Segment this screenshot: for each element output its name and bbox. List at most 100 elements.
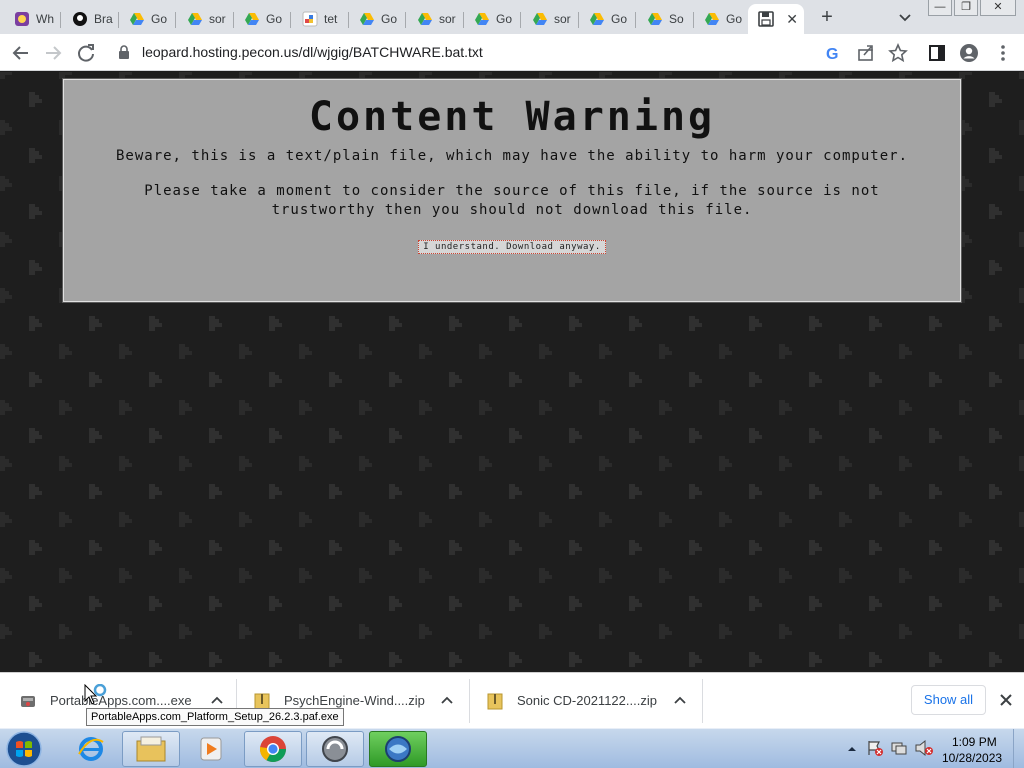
tab-label: Go xyxy=(381,12,398,26)
installer-icon xyxy=(21,695,35,707)
windows-taskbar: 1:09 PM 10/28/2023 xyxy=(0,728,1024,768)
tab-label: Go xyxy=(611,12,628,26)
chevron-up-icon[interactable] xyxy=(440,693,454,707)
tab[interactable]: Bra xyxy=(62,4,119,34)
tab[interactable]: Go xyxy=(349,4,406,34)
tab-label: sor xyxy=(554,12,571,26)
download-tooltip: PortableApps.com_Platform_Setup_26.2.3.p… xyxy=(86,708,344,726)
lock-icon[interactable] xyxy=(118,45,130,59)
show-all-button[interactable]: Show all xyxy=(911,685,986,715)
share-icon[interactable] xyxy=(855,42,877,64)
chevron-up-icon[interactable] xyxy=(673,693,687,707)
google-lens-icon[interactable]: G xyxy=(823,42,845,64)
taskbar-active-app[interactable] xyxy=(369,731,427,767)
show-desktop-button[interactable] xyxy=(1013,729,1024,768)
media-player-icon xyxy=(200,737,222,761)
tab[interactable]: sor xyxy=(177,4,234,34)
tab-label: Go xyxy=(266,12,283,26)
tab-label: Go xyxy=(496,12,513,26)
tab-label: Go xyxy=(151,12,168,26)
address-bar[interactable]: leopard.hosting.pecon.us/dl/wjgig/BATCHW… xyxy=(110,38,920,67)
google-drive-icon xyxy=(533,13,547,25)
tab[interactable]: Go xyxy=(694,4,751,34)
download-filename: PsychEngine-Wind....zip xyxy=(284,693,425,708)
download-filename: PortableApps.com....exe xyxy=(50,693,192,708)
google-drive-icon xyxy=(360,13,374,25)
tetris-icon xyxy=(302,11,318,27)
svg-text:G: G xyxy=(826,46,838,63)
tab[interactable]: So xyxy=(637,4,694,34)
menu-kebab-icon[interactable] xyxy=(992,42,1014,64)
chrome-icon xyxy=(259,736,287,763)
close-window-button[interactable]: ✕ xyxy=(980,0,1016,16)
restore-button[interactable]: ❐ xyxy=(954,0,978,16)
google-drive-icon xyxy=(418,13,432,25)
url-text[interactable]: leopard.hosting.pecon.us/dl/wjgig/BATCHW… xyxy=(142,44,483,60)
back-icon[interactable] xyxy=(10,42,32,64)
divider xyxy=(469,679,470,723)
google-drive-icon xyxy=(245,13,259,25)
tab[interactable]: Go xyxy=(234,4,291,34)
network-icon[interactable] xyxy=(890,739,908,757)
clock-time[interactable]: 1:09 PM xyxy=(952,735,997,749)
taskbar-explorer[interactable] xyxy=(122,731,180,767)
taskbar-app[interactable] xyxy=(306,731,364,767)
reload-icon[interactable] xyxy=(75,42,97,64)
tab[interactable]: sor xyxy=(407,4,464,34)
tab-label: Go xyxy=(726,12,743,26)
download-item[interactable]: Sonic CD-2021122....zip xyxy=(487,673,687,728)
close-tab-icon[interactable]: ✕ xyxy=(786,11,798,28)
volume-muted-icon[interactable] xyxy=(914,739,934,757)
bookmark-star-icon[interactable] xyxy=(887,42,909,64)
github-icon xyxy=(73,12,87,26)
tab[interactable]: sor xyxy=(522,4,579,34)
scratch-icon xyxy=(15,12,29,26)
download-filename: Sonic CD-2021122....zip xyxy=(517,693,657,708)
content-warning-panel: Content Warning Beware, this is a text/p… xyxy=(62,78,962,303)
tab-active[interactable]: ✕ xyxy=(748,4,804,34)
tab-label: sor xyxy=(439,12,456,26)
download-anyway-button[interactable]: I understand. Download anyway. xyxy=(418,240,606,254)
minimize-button[interactable]: — xyxy=(928,0,952,16)
tab[interactable]: Wh xyxy=(4,4,61,34)
profile-avatar-icon[interactable] xyxy=(958,42,980,64)
tab[interactable]: Go xyxy=(119,4,176,34)
start-button-icon[interactable] xyxy=(4,730,44,768)
action-center-flag-icon[interactable] xyxy=(866,739,884,757)
tray-expand-icon[interactable] xyxy=(846,743,858,755)
clock-date[interactable]: 10/28/2023 xyxy=(942,751,1002,765)
google-drive-icon xyxy=(590,13,604,25)
new-tab-button[interactable]: + xyxy=(818,5,836,29)
page-title: Content Warning xyxy=(308,94,716,140)
forward-icon[interactable] xyxy=(42,42,64,64)
side-panel-icon[interactable] xyxy=(926,42,948,64)
app-active-icon xyxy=(385,736,411,762)
chevron-up-icon[interactable] xyxy=(210,693,224,707)
taskbar-chrome[interactable] xyxy=(244,731,302,767)
zip-folder-icon xyxy=(487,693,503,709)
google-drive-icon xyxy=(705,13,719,25)
warning-advice-text: Please take a moment to consider the sou… xyxy=(144,183,880,218)
save-disk-icon xyxy=(758,11,774,27)
taskbar-media-player[interactable] xyxy=(182,731,240,767)
tab-strip: Wh Bra Go sor Go tet Go sor Go sor Go So Go ✕ + — ❐ … xyxy=(0,0,1024,34)
tab-label: Bra xyxy=(94,12,113,26)
warning-text: Beware, this is a text/plain file, which… xyxy=(115,148,908,164)
app-icon xyxy=(322,736,348,762)
tab-label: So xyxy=(669,12,684,26)
divider xyxy=(702,679,703,723)
tab-label: sor xyxy=(209,12,226,26)
tab[interactable]: tet xyxy=(292,4,349,34)
chevron-down-icon[interactable] xyxy=(896,8,914,26)
file-explorer-icon xyxy=(136,736,166,762)
browser-toolbar: leopard.hosting.pecon.us/dl/wjgig/BATCHW… xyxy=(0,34,1024,71)
tab[interactable]: Go xyxy=(579,4,636,34)
mouse-cursor-icon xyxy=(84,684,107,705)
taskbar-ie[interactable] xyxy=(62,731,120,767)
tab[interactable]: Go xyxy=(464,4,521,34)
tab-label: Wh xyxy=(36,12,54,26)
close-icon[interactable] xyxy=(998,692,1014,708)
tab-label: tet xyxy=(324,12,338,26)
page-viewport: Content Warning Beware, this is a text/p… xyxy=(0,72,1024,672)
internet-explorer-icon xyxy=(78,737,104,761)
